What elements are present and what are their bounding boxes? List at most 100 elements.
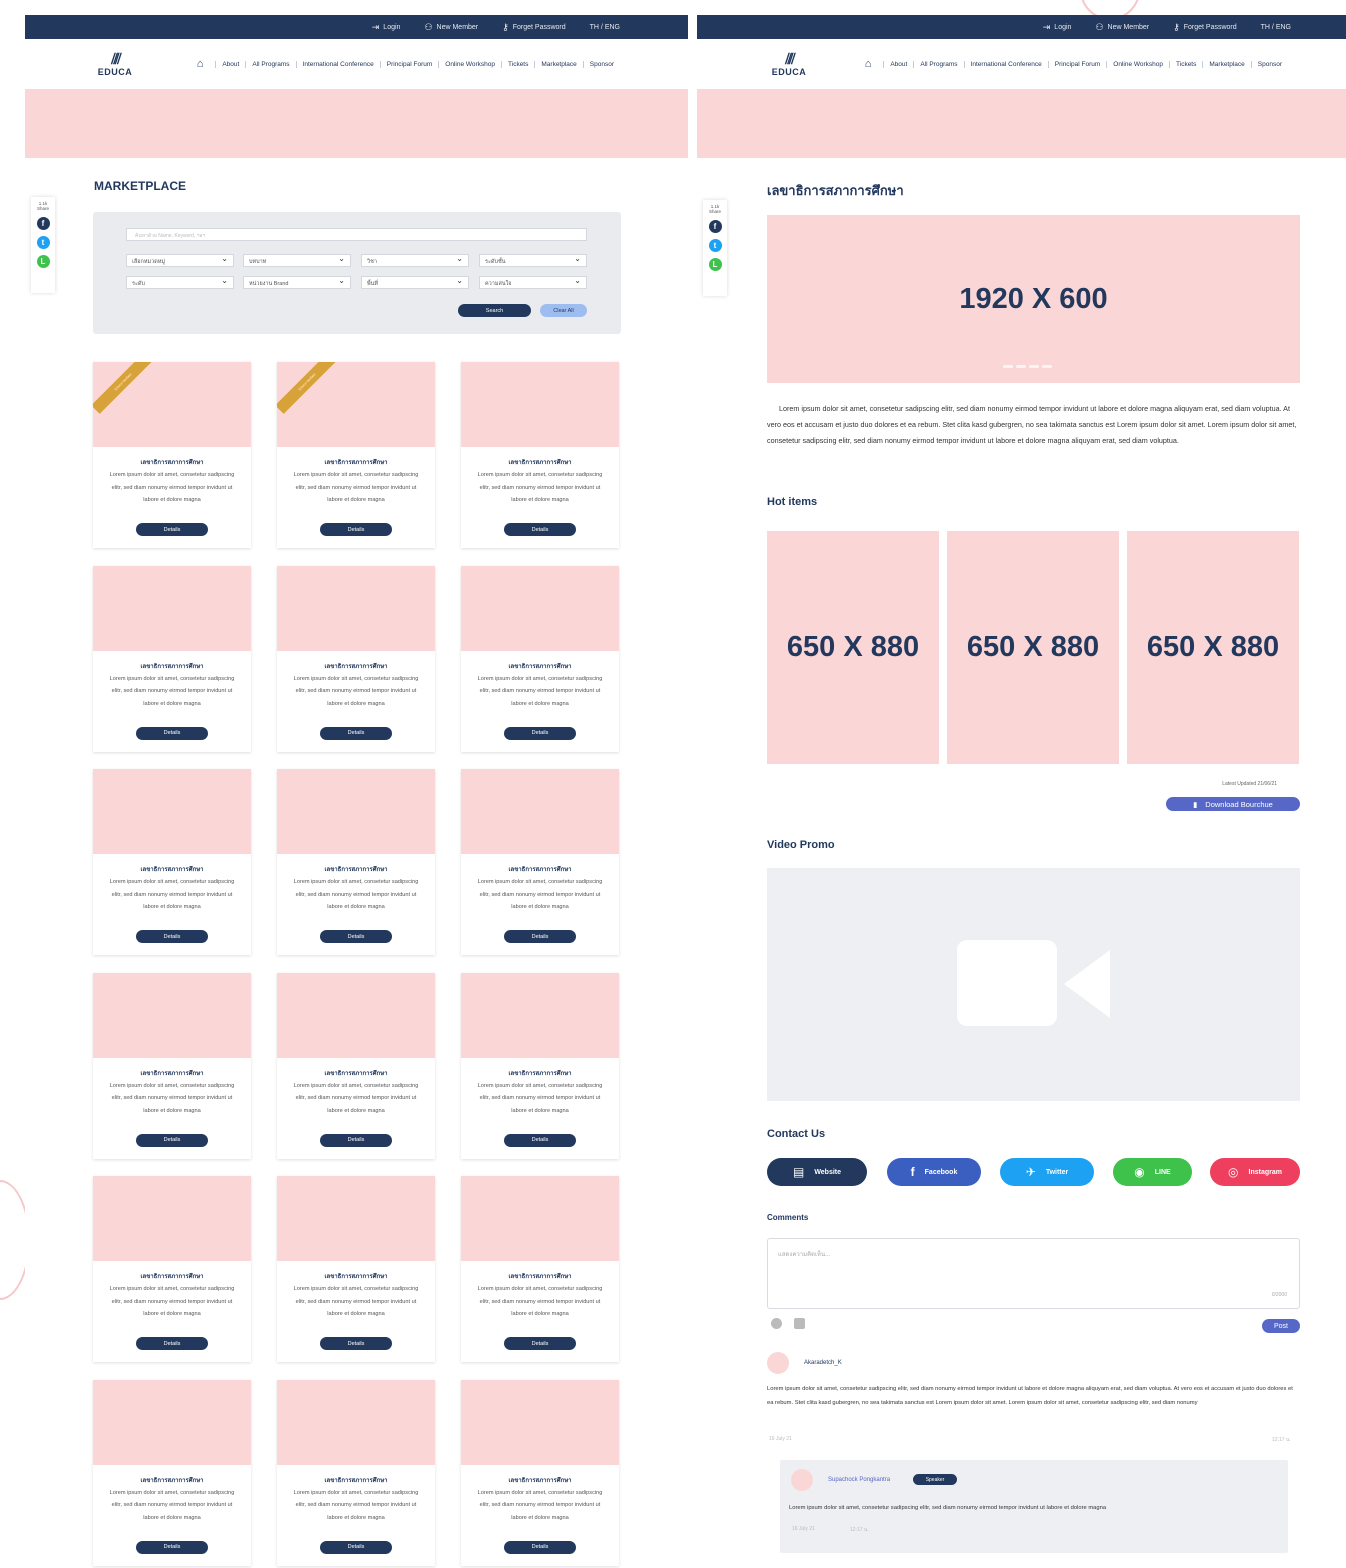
image-icon[interactable] — [794, 1318, 805, 1329]
details-button[interactable]: Details — [320, 1540, 392, 1554]
brand-select[interactable]: หน่วยงาน Brand — [243, 276, 351, 289]
product-card[interactable]: เลขาธิการสภาการศึกษา Lorem ipsum dolor si… — [277, 769, 435, 955]
product-image[interactable] — [461, 1379, 619, 1465]
area-select[interactable]: พื้นที่ — [361, 276, 469, 289]
twitter-button[interactable]: ✈ Twitter — [1000, 1158, 1094, 1186]
product-image[interactable] — [277, 1176, 435, 1261]
product-card[interactable]: เลขาธิการสภาการศึกษา Lorem ipsum dolor si… — [277, 972, 435, 1159]
product-image[interactable] — [461, 1176, 619, 1261]
line-icon[interactable]: L — [36, 255, 50, 268]
home-icon[interactable]: ⌂ — [865, 58, 872, 70]
line-button[interactable]: ◉ LINE — [1113, 1158, 1192, 1186]
nav-tickets[interactable]: Tickets — [501, 60, 534, 68]
details-button[interactable]: Details — [136, 930, 208, 943]
home-icon[interactable]: ⌂ — [197, 58, 204, 70]
interest-select[interactable]: ความสนใจ — [479, 276, 587, 289]
product-image[interactable] — [277, 362, 435, 447]
product-card[interactable]: เลขาธิการสภาการศึกษา Lorem ipsum dolor si… — [461, 565, 619, 752]
reply-username[interactable]: Supachock Pongkantra — [828, 1477, 890, 1483]
product-card[interactable]: เลขาธิการสภาการศึกษา Lorem ipsum dolor si… — [461, 362, 619, 548]
hot-item[interactable]: 650 X 880 — [767, 531, 939, 764]
twitter-icon[interactable]: t — [708, 239, 722, 252]
product-card[interactable]: เลขาธิการสภาการศึกษา Lorem ipsum dolor si… — [461, 972, 619, 1159]
facebook-icon[interactable]: f — [36, 217, 50, 230]
nav-principal-forum[interactable]: Principal Forum — [379, 60, 439, 68]
details-button[interactable]: Details — [320, 930, 392, 943]
forgot-password-link[interactable]: ⚷ Forget Password — [502, 22, 566, 33]
search-input[interactable]: ค้นหาด้วย Name, Keyword, ฯลฯ — [126, 228, 587, 241]
product-image[interactable] — [461, 972, 619, 1058]
search-button[interactable]: Search — [458, 304, 531, 317]
login-link[interactable]: ⇥ Login — [372, 22, 401, 33]
hot-item[interactable]: 650 X 880 — [947, 531, 1119, 764]
facebook-icon[interactable]: f — [708, 220, 722, 233]
nav-all-programs[interactable]: All Programs — [913, 60, 963, 68]
details-button[interactable]: Details — [504, 523, 576, 536]
video-player[interactable] — [767, 868, 1300, 1101]
comment-username[interactable]: Akaradetch_K — [804, 1360, 842, 1366]
nav-tickets[interactable]: Tickets — [1169, 60, 1202, 68]
facebook-button[interactable]: f Facebook — [887, 1158, 981, 1186]
educa-logo[interactable]: ⫽⫽ EDUCA — [769, 52, 809, 77]
product-image[interactable] — [277, 972, 435, 1058]
product-image[interactable] — [93, 1176, 251, 1261]
details-button[interactable]: Details — [504, 1133, 576, 1147]
product-card[interactable]: เลขาธิการสภาการศึกษา Lorem ipsum dolor si… — [277, 1379, 435, 1566]
details-button[interactable]: Details — [504, 930, 576, 943]
language-switch[interactable]: TH / ENG — [590, 24, 620, 31]
new-member-link[interactable]: ⚇ New Member — [424, 22, 478, 33]
product-card[interactable]: เลขาธิการสภาการศึกษา Lorem ipsum dolor si… — [461, 1176, 619, 1362]
details-button[interactable]: Details — [136, 523, 208, 536]
details-button[interactable]: Details — [136, 1337, 208, 1350]
product-image[interactable] — [93, 1379, 251, 1465]
new-member-link[interactable]: ⚇ New Member — [1095, 22, 1149, 33]
hero-carousel[interactable]: 1920 X 600 — [767, 215, 1300, 383]
website-button[interactable]: ▤ Website — [767, 1158, 867, 1186]
product-card[interactable]: เลขาธิการสภาการศึกษา Lorem ipsum dolor si… — [277, 1176, 435, 1362]
carousel-dots[interactable] — [1003, 365, 1052, 368]
details-button[interactable]: Details — [504, 726, 576, 740]
nav-online-workshop[interactable]: Online Workshop — [438, 60, 501, 68]
product-card[interactable]: เลขาธิการสภาการศึกษา Lorem ipsum dolor si… — [277, 565, 435, 752]
forgot-password-link[interactable]: ⚷ Forget Password — [1173, 22, 1237, 33]
category-select[interactable]: เลือกหมวดหมู่ — [126, 254, 234, 267]
product-image[interactable] — [93, 362, 251, 447]
details-button[interactable]: Details — [320, 1133, 392, 1147]
product-card[interactable]: เลขาธิการสภาการศึกษา Lorem ipsum dolor si… — [93, 769, 251, 955]
nav-sponsor[interactable]: Sponsor — [582, 60, 620, 68]
level-select[interactable]: ระดับ — [126, 276, 234, 289]
role-select[interactable]: บทบาท — [243, 254, 351, 267]
product-image[interactable] — [93, 565, 251, 651]
nav-marketplace[interactable]: Marketplace — [534, 60, 582, 68]
nav-all-programs[interactable]: All Programs — [245, 60, 295, 68]
nav-principal-forum[interactable]: Principal Forum — [1047, 60, 1107, 68]
product-image[interactable] — [461, 769, 619, 854]
product-card[interactable]: เลขาธิการสภาการศึกษา Lorem ipsum dolor si… — [93, 972, 251, 1159]
details-button[interactable]: Details — [320, 523, 392, 536]
details-button[interactable]: Details — [320, 726, 392, 740]
nav-international-conference[interactable]: International Conference — [963, 60, 1048, 68]
grade-select[interactable]: ระดับชั้น — [479, 254, 587, 267]
educa-logo[interactable]: ⫽⫽ EDUCA — [95, 52, 135, 77]
nav-about[interactable]: About — [215, 60, 245, 68]
details-button[interactable]: Details — [136, 726, 208, 740]
nav-international-conference[interactable]: International Conference — [295, 60, 380, 68]
product-card[interactable]: เลขาธิการสภาการศึกษา Lorem ipsum dolor si… — [93, 1379, 251, 1566]
line-icon[interactable]: L — [708, 258, 722, 271]
instagram-button[interactable]: ◎ Instagram — [1210, 1158, 1300, 1186]
comment-input[interactable]: แสดงความคิดเห็น... 0/2000 — [767, 1238, 1300, 1309]
product-image[interactable] — [93, 972, 251, 1058]
post-button[interactable]: Post — [1262, 1319, 1300, 1333]
nav-about[interactable]: About — [883, 60, 913, 68]
product-card[interactable]: Educa Verified เลขาธิการสภาการศึกษา Lorem … — [277, 362, 435, 548]
login-link[interactable]: ⇥ Login — [1043, 22, 1072, 33]
product-image[interactable] — [277, 1379, 435, 1465]
product-card[interactable]: เลขาธิการสภาการศึกษา Lorem ipsum dolor si… — [93, 1176, 251, 1362]
emoji-icon[interactable] — [771, 1318, 782, 1329]
details-button[interactable]: Details — [504, 1337, 576, 1350]
product-image[interactable] — [93, 769, 251, 854]
product-image[interactable] — [277, 769, 435, 854]
product-card[interactable]: Educa Verified เลขาธิการสภาการศึกษา Lorem … — [93, 362, 251, 548]
product-card[interactable]: เลขาธิการสภาการศึกษา Lorem ipsum dolor si… — [93, 565, 251, 752]
nav-online-workshop[interactable]: Online Workshop — [1106, 60, 1169, 68]
